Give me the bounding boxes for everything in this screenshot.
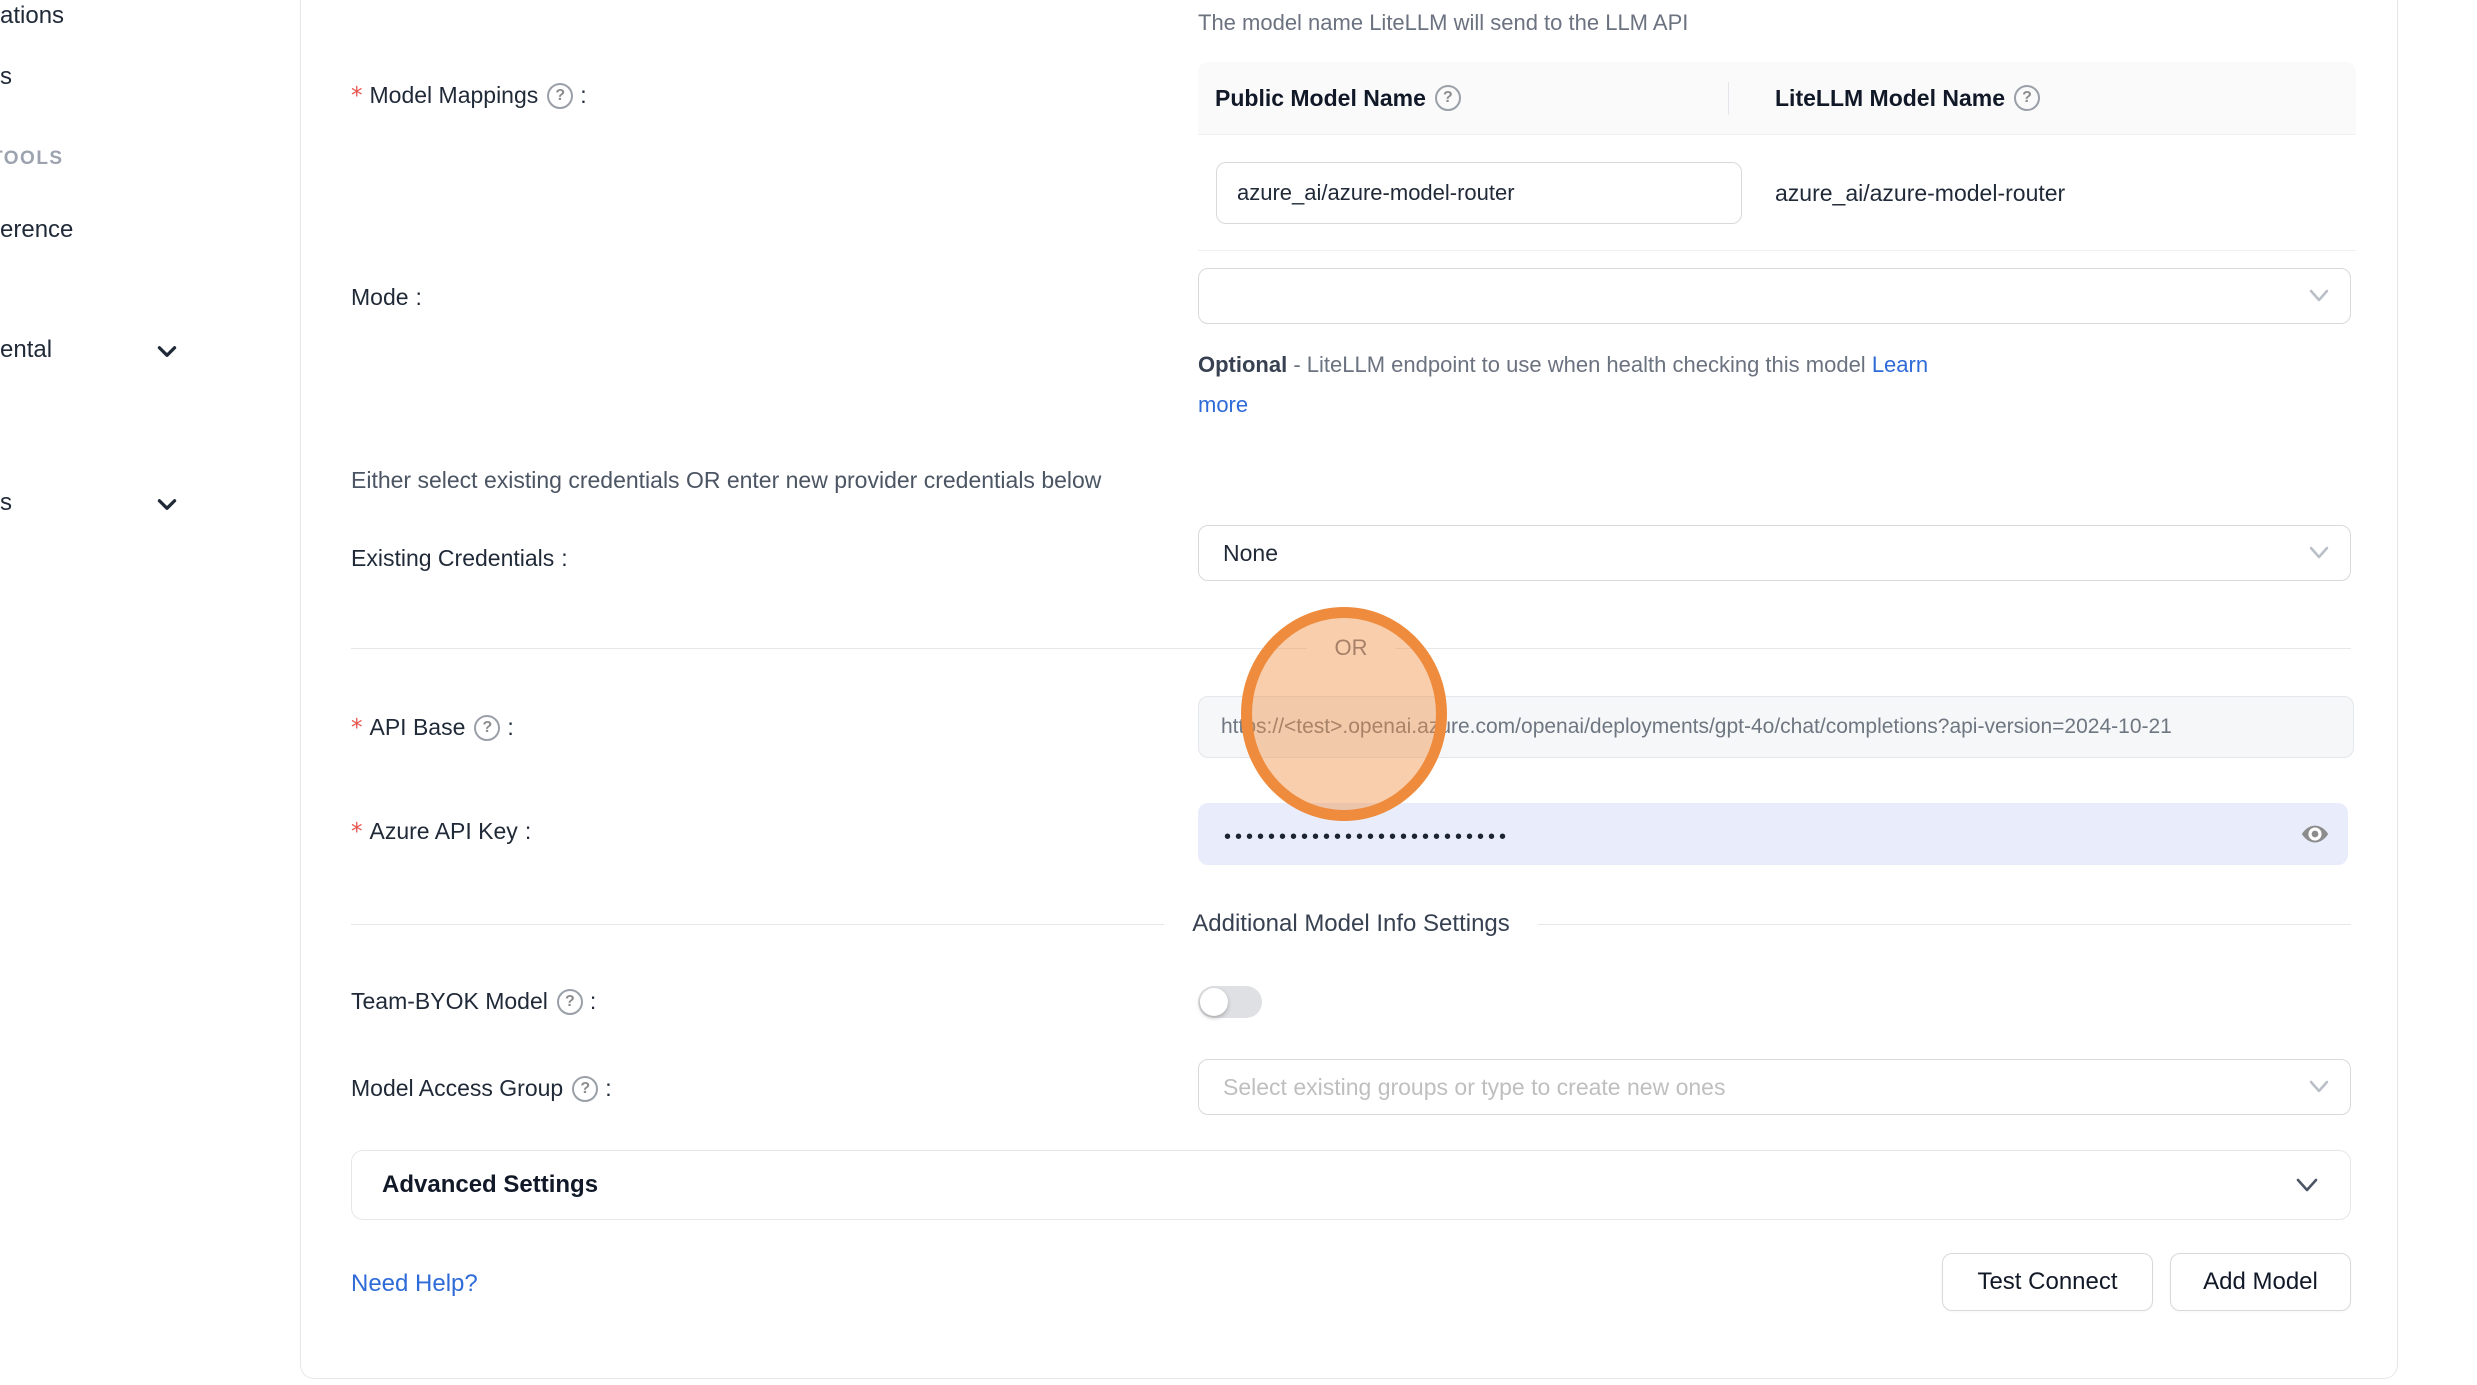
mode-label-text: Mode (351, 284, 409, 311)
sidebar-item-truncated-5[interactable]: s (0, 489, 12, 517)
test-connect-button[interactable]: Test Connect (1942, 1253, 2153, 1311)
existing-credentials-label-text: Existing Credentials (351, 545, 554, 572)
masked-key-value: •••••••••••••••••••••••••• (1224, 821, 1510, 847)
label-colon: : (507, 714, 513, 741)
help-tooltip-icon[interactable]: ? (572, 1076, 598, 1102)
mode-help-text: Optional - LiteLLM endpoint to use when … (1198, 352, 1928, 378)
advanced-settings-title: Advanced Settings (382, 1171, 2294, 1199)
sidebar-section-tools: TOOLS (0, 148, 64, 170)
label-colon: : (605, 1075, 611, 1102)
model-access-group-label: Model Access Group ? : (351, 1075, 612, 1102)
or-divider-text: OR (1307, 635, 1396, 661)
team-byok-label: Team-BYOK Model ? : (351, 988, 596, 1015)
sidebar-item-truncated-3[interactable]: erence (0, 216, 73, 244)
existing-credentials-value: None (1223, 540, 1278, 567)
azure-api-key-label: * Azure API Key : (351, 818, 531, 845)
required-asterisk: * (351, 83, 363, 109)
azure-api-key-input[interactable]: •••••••••••••••••••••••••• (1198, 803, 2348, 865)
eye-icon[interactable] (2300, 819, 2330, 849)
label-colon: : (580, 82, 586, 109)
chevron-down-icon[interactable] (154, 338, 180, 364)
mode-select[interactable] (1198, 268, 2351, 324)
sidebar: ations s TOOLS erence ental s (0, 0, 300, 1385)
existing-credentials-select[interactable]: None (1198, 525, 2351, 581)
litellm-model-name-value: azure_ai/azure-model-router (1775, 135, 2065, 251)
model-mappings-label-text: Model Mappings (370, 82, 539, 109)
mode-help-text-line2: more (1198, 392, 1248, 418)
required-asterisk: * (351, 819, 363, 845)
help-tooltip-icon[interactable]: ? (547, 83, 573, 109)
help-tooltip-icon[interactable]: ? (557, 989, 583, 1015)
required-asterisk: * (351, 715, 363, 741)
divider-line (351, 924, 1164, 925)
api-base-label: * API Base ? : (351, 714, 514, 741)
toggle-knob (1200, 988, 1228, 1016)
model-mappings-label: * Model Mappings ? : (351, 82, 587, 109)
table-header: Public Model Name ? LiteLLM Model Name ? (1198, 62, 2356, 135)
chevron-down-icon (2308, 1079, 2330, 1095)
or-divider: OR (351, 635, 2351, 661)
mode-help-body: - LiteLLM endpoint to use when health ch… (1287, 352, 1872, 377)
col-litellm-label: LiteLLM Model Name (1775, 85, 2005, 112)
table-row: azure_ai/azure-model-router azure_ai/azu… (1198, 135, 2356, 251)
chevron-down-icon (2294, 1176, 2320, 1194)
credentials-hint: Either select existing credentials OR en… (351, 467, 1101, 494)
team-byok-toggle[interactable] (1198, 986, 1262, 1018)
model-access-group-label-text: Model Access Group (351, 1075, 563, 1102)
chevron-down-icon[interactable] (154, 491, 180, 517)
team-byok-label-text: Team-BYOK Model (351, 988, 548, 1015)
api-base-label-text: API Base (370, 714, 466, 741)
model-mappings-table: Public Model Name ? LiteLLM Model Name ?… (1198, 62, 2356, 251)
additional-settings-divider: Additional Model Info Settings (351, 910, 2351, 938)
divider-line (1396, 648, 2352, 649)
model-access-group-placeholder: Select existing groups or type to create… (1223, 1074, 1725, 1101)
sidebar-item-truncated-1[interactable]: ations (0, 2, 64, 30)
learn-more-link[interactable]: Learn (1872, 352, 1928, 377)
mode-help-bold: Optional (1198, 352, 1287, 377)
sidebar-item-truncated-4[interactable]: ental (0, 336, 52, 364)
help-tooltip-icon[interactable]: ? (2014, 85, 2040, 111)
advanced-settings-panel[interactable]: Advanced Settings (351, 1150, 2351, 1220)
divider-line (351, 648, 1307, 649)
learn-more-link[interactable]: more (1198, 392, 1248, 417)
label-colon: : (561, 545, 567, 572)
col-litellm-model-name: LiteLLM Model Name ? (1728, 85, 2040, 112)
chevron-down-icon (2308, 545, 2330, 561)
sidebar-item-truncated-2[interactable]: s (0, 63, 12, 91)
label-colon: : (590, 988, 596, 1015)
existing-credentials-label: Existing Credentials : (351, 545, 568, 572)
label-colon: : (416, 284, 422, 311)
label-colon: : (525, 818, 531, 845)
public-model-name-input[interactable]: azure_ai/azure-model-router (1216, 162, 1742, 224)
additional-settings-divider-text: Additional Model Info Settings (1164, 910, 1538, 938)
help-tooltip-icon[interactable]: ? (1435, 85, 1461, 111)
model-name-hint: The model name LiteLLM will send to the … (1198, 10, 1688, 36)
azure-api-key-label-text: Azure API Key (370, 818, 518, 845)
need-help-link[interactable]: Need Help? (351, 1270, 478, 1298)
col-public-label: Public Model Name (1215, 85, 1426, 112)
column-separator (1728, 82, 1729, 115)
api-base-input[interactable]: https://<test>.openai.azure.com/openai/d… (1198, 696, 2354, 758)
model-access-group-select[interactable]: Select existing groups or type to create… (1198, 1059, 2351, 1115)
divider-line (1538, 924, 2351, 925)
chevron-down-icon (2308, 288, 2330, 304)
col-public-model-name: Public Model Name ? (1198, 85, 1728, 112)
help-tooltip-icon[interactable]: ? (474, 715, 500, 741)
add-model-page: ations s TOOLS erence ental s The model … (0, 0, 2477, 1385)
mode-label: Mode : (351, 284, 422, 311)
add-model-button[interactable]: Add Model (2170, 1253, 2351, 1311)
